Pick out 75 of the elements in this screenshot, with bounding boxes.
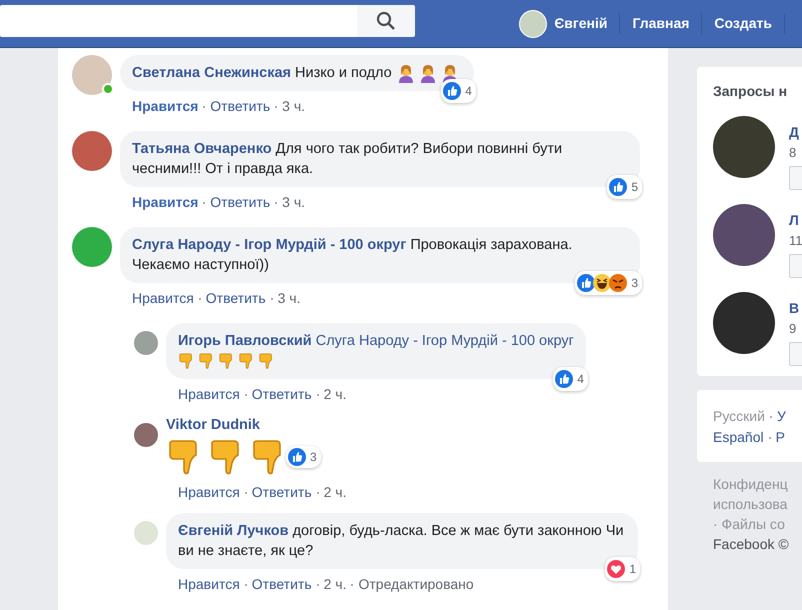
like-link[interactable]: Нравится [132,98,198,114]
avatar[interactable] [72,131,112,172]
like-link[interactable]: Нравится [132,194,198,210]
like-link[interactable]: Нравится [178,484,240,500]
user-name-link[interactable]: Євгеній [554,13,608,34]
like-reaction-icon [288,448,306,466]
reply-link[interactable]: Ответить [206,290,266,306]
avatar[interactable] [134,423,158,448]
reply-link[interactable]: Ответить [210,194,270,210]
separator-dot [316,584,319,586]
like-reaction-icon [577,274,596,292]
friend-name[interactable]: Д [789,122,802,143]
reply-link[interactable]: Ответить [210,98,270,114]
like-reaction-icon [609,178,628,196]
like-link[interactable]: Нравится [178,576,240,592]
like-reaction-icon [555,370,574,388]
separator-dot [316,492,319,494]
separator-dot [275,106,278,108]
reaction-summary[interactable]: 3 [575,271,642,296]
comment-time: 2 ч. [324,386,346,402]
comment-time: 2 ч. [324,576,346,592]
reaction-summary[interactable]: 5 [607,175,642,200]
nav-link[interactable]: Главная [619,13,702,34]
language-link[interactable]: Español [713,427,764,448]
angry-reaction-icon [609,274,628,292]
separator-dot [316,394,319,396]
separator-dot [768,436,771,438]
reply-link[interactable]: Ответить [252,576,312,592]
friend-info: 11 [789,232,802,250]
avatar[interactable] [72,227,112,268]
reply-link[interactable]: Ответить [252,386,312,402]
separator-dot [244,492,247,494]
comment-time: 3 ч. [282,194,305,210]
friend-name[interactable]: В [789,298,802,319]
separator-dot [203,202,206,204]
separator-dot [275,202,278,204]
reaction-summary[interactable]: 4 [553,367,588,392]
separator-dot [198,298,201,300]
separator-dot [203,106,206,108]
friend-name[interactable]: Л [789,210,802,231]
like-link[interactable]: Нравится [132,290,194,306]
search-button[interactable] [357,4,415,36]
friend-info: 9 [789,320,798,338]
heart-reaction-icon [607,560,626,578]
language-link[interactable]: P [776,427,785,448]
comment-time: 3 ч. [282,98,305,114]
card-title: Запросы н [713,82,788,101]
search-icon [376,10,396,30]
edited-label[interactable]: Отредактировано [358,576,474,592]
reaction-summary[interactable]: 3 [286,446,321,468]
separator-dot [770,416,772,418]
separator-dot [270,298,273,300]
laughing-reaction-icon [593,274,612,292]
footer-text[interactable]: Facebook © [713,534,802,554]
reaction-summary[interactable]: 4 [441,79,476,104]
avatar[interactable] [72,55,112,95]
comment-time: 3 ч. [278,290,300,306]
online-status-dot [102,83,114,95]
separator-dot [244,584,247,586]
avatar[interactable] [134,331,158,356]
separator-dot [351,584,354,586]
like-link[interactable]: Нравится [178,386,240,402]
comment-text: Татьяна Овчаренко Для чого так робити? Вибори повинні бути чесними!!! От і правда яка. [132,140,564,180]
reply-link[interactable]: Ответить [252,484,312,500]
friend-info: 8 [789,144,798,162]
comment-author[interactable]: Viktor Dudnik [166,415,346,437]
like-reaction-icon [443,82,462,100]
language-link[interactable]: У [776,406,786,427]
search-field[interactable] [0,4,357,36]
separator-dot [244,394,247,396]
nav-link[interactable]: Создать [701,13,784,34]
comment-text: Слуга Народу - Ігор Мурдій - 100 округ Провокація зарахована. Чекаємо наступної)) [132,236,574,276]
comment-time: 2 ч. [324,484,346,500]
reaction-summary[interactable]: 1 [605,556,640,581]
user-avatar[interactable] [519,10,548,38]
